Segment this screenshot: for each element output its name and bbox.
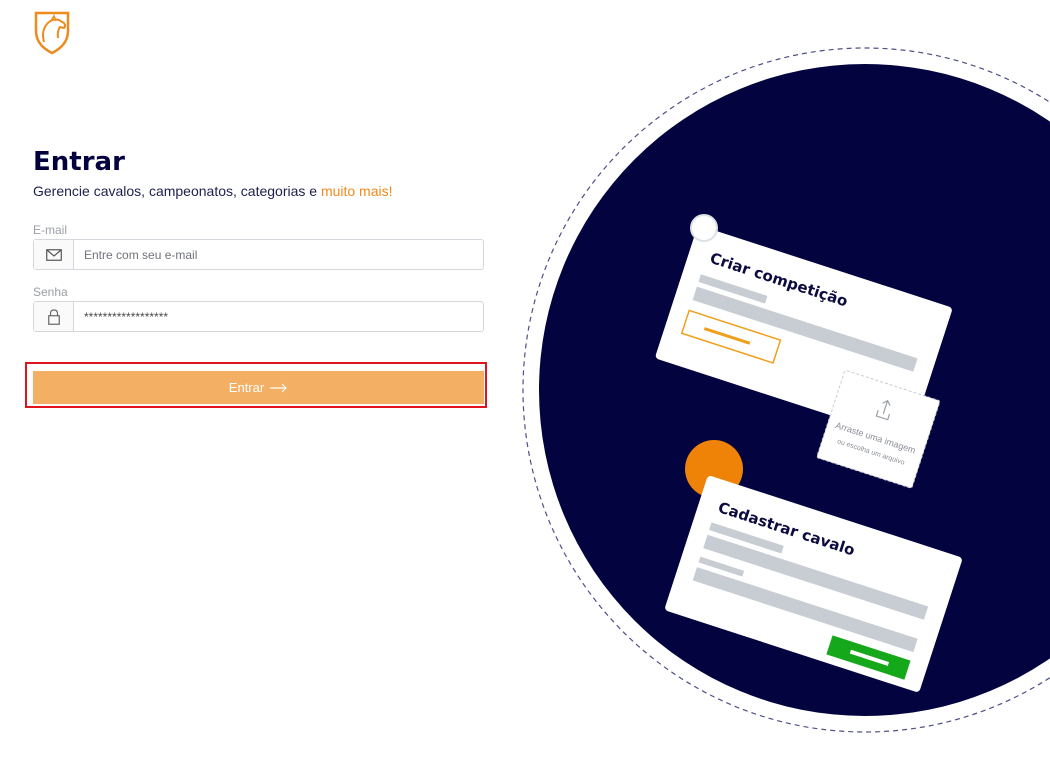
subtitle-text: Gerencie cavalos, campeonatos, categoria… [33, 183, 321, 199]
arrow-right-icon [270, 383, 288, 392]
subtitle-accent: muito mais! [320, 183, 393, 199]
password-input[interactable] [74, 302, 483, 331]
illustration: Criar competição Arraste uma imagem ou e… [522, 47, 1050, 733]
password-field [33, 301, 484, 332]
page-title: Entrar [33, 147, 125, 177]
submit-label: Entrar [228, 380, 265, 395]
email-input[interactable] [74, 240, 483, 269]
email-field [33, 239, 484, 270]
horse-head-shield-icon [34, 11, 70, 55]
brand-logo [33, 11, 71, 55]
page-subtitle: Gerencie cavalos, campeonatos, categoria… [33, 183, 393, 199]
email-label: E-mail [33, 223, 68, 237]
submit-button[interactable]: Entrar [33, 371, 484, 404]
password-label: Senha [33, 285, 68, 299]
envelope-icon [34, 240, 74, 269]
lock-icon [34, 302, 74, 331]
card-pin [690, 214, 718, 242]
